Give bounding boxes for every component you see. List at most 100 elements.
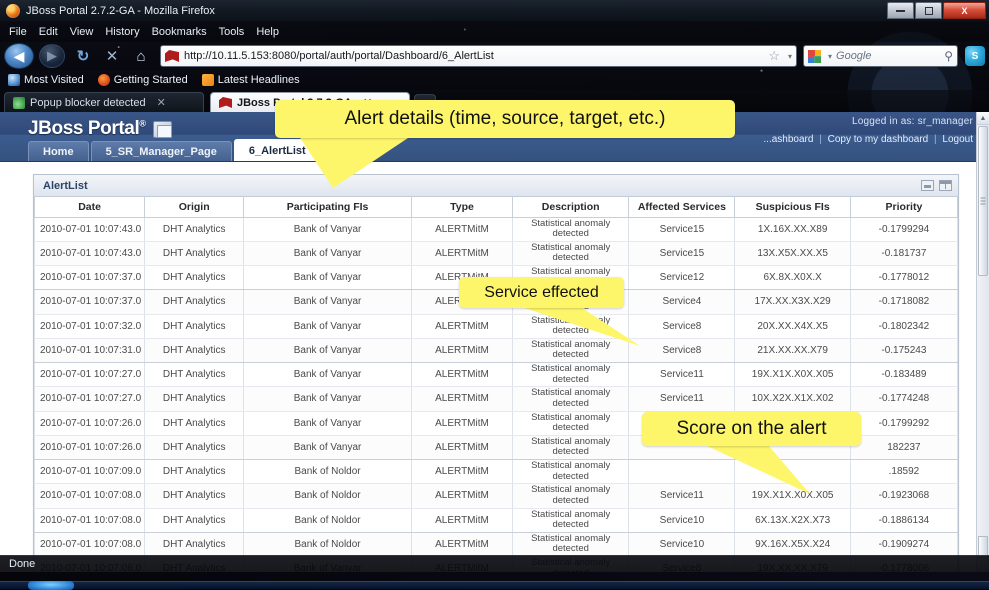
link-logout[interactable]: Logout <box>942 134 973 145</box>
url-bar[interactable]: http://10.11.5.153:8080/portal/auth/port… <box>160 45 797 67</box>
tab-popup-blocker[interactable]: Popup blocker detected ✕ <box>4 92 204 112</box>
alertlist-portlet: AlertList Date Origin Participating FIs <box>33 174 959 572</box>
cell-participating-fis: Bank of Noldor <box>243 532 413 558</box>
callout-tail-3 <box>680 438 860 498</box>
close-button[interactable]: X <box>943 2 986 19</box>
cell-suspicious-fis: 6X.8X.X0X.X <box>734 265 851 291</box>
search-bar[interactable]: ▾ Google ⚲ <box>803 45 958 67</box>
menu-item-file[interactable]: File <box>9 26 27 38</box>
cell-priority: -0.1778012 <box>849 265 959 291</box>
cell-priority: -0.1802342 <box>849 314 959 339</box>
cell-suspicious-fis: 10X.X2X.X1X.X02 <box>734 386 851 412</box>
navigation-toolbar: ◀ ▶ ↻ ✕ ⌂ http://10.11.5.153:8080/portal… <box>0 42 989 70</box>
bookmark-latest-headlines[interactable]: Latest Headlines <box>201 74 300 86</box>
table-row[interactable]: 2010-07-01 10:07:08.0 DHT Analytics Bank o… <box>33 532 959 558</box>
link-copy-to-my-dashboard[interactable]: Copy to my dashboard <box>828 134 929 145</box>
table-row[interactable]: 2010-07-01 10:07:27.0 DHT Analytics Bank o… <box>33 362 959 388</box>
maximize-button[interactable] <box>915 2 942 19</box>
table-row[interactable]: 2010-07-01 10:07:43.0 DHT Analytics Bank o… <box>33 217 959 242</box>
bookmark-most-visited[interactable]: Most Visited <box>8 74 84 86</box>
maximize-icon[interactable] <box>939 180 952 191</box>
minimize-button[interactable] <box>887 2 914 19</box>
back-button[interactable]: ◀ <box>4 43 34 69</box>
tab-sr-manager-page[interactable]: 5_SR_Manager_Page <box>90 141 232 161</box>
column-header-affected-services[interactable]: Affected Services <box>628 197 736 218</box>
cell-priority: -0.1774248 <box>849 386 959 412</box>
cell-origin: DHT Analytics <box>144 532 245 558</box>
menu-item-tools[interactable]: Tools <box>219 26 245 38</box>
close-icon[interactable]: ✕ <box>157 96 166 109</box>
portlet-title: AlertList <box>43 179 88 192</box>
scroll-up-button[interactable]: ▲ <box>977 112 989 125</box>
column-header-description[interactable]: Description <box>511 197 630 218</box>
table-row[interactable]: 2010-07-01 10:07:08.0 DHT Analytics Bank o… <box>33 508 959 533</box>
page-scrollbar[interactable]: ▲ <box>976 112 989 572</box>
cell-type: ALERTMitM <box>411 459 513 485</box>
cell-participating-fis: Bank of Vanyar <box>243 314 413 339</box>
cell-date: 2010-07-01 10:07:09.0 <box>33 459 146 485</box>
bookmark-star-icon[interactable]: ☆ <box>768 48 780 64</box>
cell-participating-fis: Bank of Vanyar <box>243 265 413 291</box>
column-header-participating-fis[interactable]: Participating FIs <box>243 197 413 218</box>
cell-origin: DHT Analytics <box>144 314 245 339</box>
cell-date: 2010-07-01 10:07:43.0 <box>33 241 146 267</box>
cell-affected-services: Service11 <box>628 386 736 412</box>
cell-suspicious-fis: 9X.16X.X5X.X24 <box>734 532 851 558</box>
table-header-row: Date Origin Participating FIs Type Descr… <box>33 197 959 218</box>
cell-description: Statistical anomaly detected <box>511 483 630 509</box>
cell-type: ALERTMitM <box>411 338 513 364</box>
column-header-suspicious-fis[interactable]: Suspicious FIs <box>734 197 851 218</box>
cell-affected-services: Service11 <box>628 362 736 388</box>
home-button[interactable]: ⌂ <box>128 44 154 68</box>
column-header-date[interactable]: Date <box>33 197 146 218</box>
table-row[interactable]: 2010-07-01 10:07:27.0 DHT Analytics Bank o… <box>33 386 959 412</box>
column-header-type[interactable]: Type <box>411 197 513 218</box>
search-icon[interactable]: ⚲ <box>944 49 953 63</box>
table-row[interactable]: 2010-07-01 10:07:43.0 DHT Analytics Bank o… <box>33 241 959 267</box>
cell-origin: DHT Analytics <box>144 241 245 267</box>
cell-description: Statistical anomaly detected <box>511 386 630 412</box>
cell-date: 2010-07-01 10:07:43.0 <box>33 217 146 242</box>
cell-suspicious-fis: 21X.XX.XX.X79 <box>734 338 851 364</box>
scrollbar-thumb[interactable] <box>978 126 988 276</box>
menu-item-view[interactable]: View <box>70 26 94 38</box>
table-row[interactable]: 2010-07-01 10:07:31.0 DHT Analytics Bank o… <box>33 338 959 364</box>
cell-participating-fis: Bank of Vanyar <box>243 289 413 315</box>
reload-button[interactable]: ↻ <box>70 44 96 68</box>
search-input[interactable]: Google <box>836 50 871 62</box>
stop-button[interactable]: ✕ <box>99 44 125 68</box>
chevron-down-icon[interactable]: ▾ <box>828 52 832 61</box>
tab-home[interactable]: Home <box>28 141 89 161</box>
skype-icon[interactable]: S <box>965 46 985 66</box>
chevron-down-icon[interactable]: ▾ <box>788 52 792 61</box>
window-controls: X <box>887 2 986 19</box>
cell-date: 2010-07-01 10:07:08.0 <box>33 508 146 533</box>
taskbar <box>0 581 989 590</box>
cell-origin: DHT Analytics <box>144 289 245 315</box>
menu-item-help[interactable]: Help <box>256 26 279 38</box>
brand-text: JBoss Portal <box>28 118 140 139</box>
bookmark-getting-started[interactable]: Getting Started <box>97 74 188 86</box>
cell-priority: -0.1886134 <box>849 508 959 533</box>
cell-origin: DHT Analytics <box>144 217 245 242</box>
menu-item-edit[interactable]: Edit <box>39 26 58 38</box>
minimize-icon[interactable] <box>921 180 934 191</box>
callout-tail-1 <box>275 130 605 190</box>
home-icon: ⌂ <box>136 47 146 65</box>
cell-type: ALERTMitM <box>411 217 513 242</box>
table-row[interactable]: 2010-07-01 10:07:32.0 DHT Analytics Bank o… <box>33 314 959 339</box>
cell-origin: DHT Analytics <box>144 386 245 412</box>
menu-item-history[interactable]: History <box>105 26 139 38</box>
forward-button[interactable]: ▶ <box>39 44 65 68</box>
cell-description: Statistical anomaly detected <box>511 362 630 388</box>
column-header-origin[interactable]: Origin <box>144 197 245 218</box>
column-header-priority[interactable]: Priority <box>849 197 959 218</box>
menu-item-bookmarks[interactable]: Bookmarks <box>152 26 207 38</box>
cell-date: 2010-07-01 10:07:31.0 <box>33 338 146 364</box>
tab-label: Popup blocker detected <box>30 96 146 109</box>
cell-priority: 182237 <box>849 435 959 461</box>
portal-header-right: Logged in as: sr_manager ...ashboard | C… <box>763 116 973 145</box>
cell-priority: -0.1923068 <box>849 483 959 509</box>
link-dashboard[interactable]: ...ashboard <box>763 134 813 145</box>
cell-participating-fis: Bank of Noldor <box>243 508 413 533</box>
